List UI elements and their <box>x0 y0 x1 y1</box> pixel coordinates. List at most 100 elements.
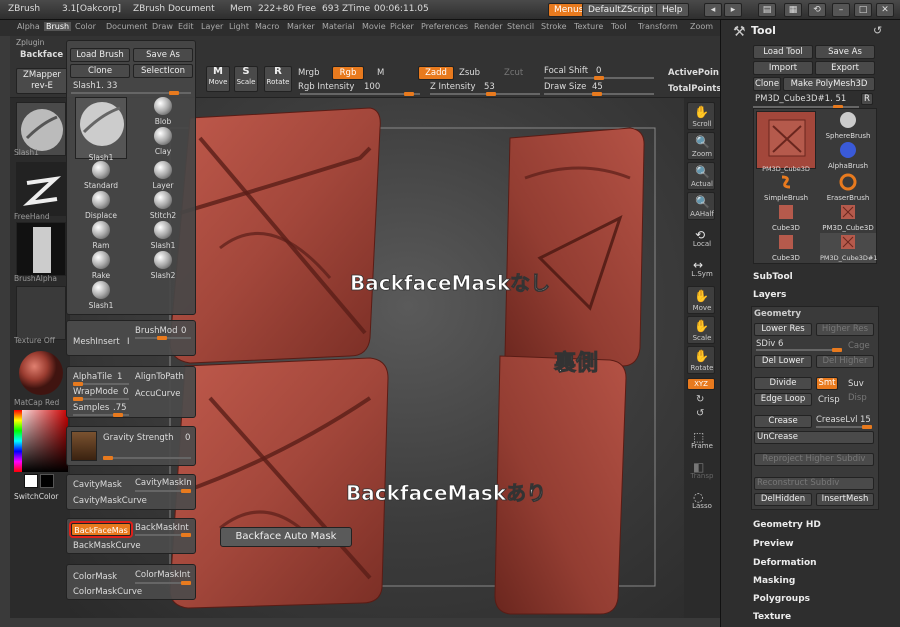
default-zscript-button[interactable]: DefaultZScript <box>582 3 660 17</box>
rgb-intensity-slider[interactable] <box>300 92 420 96</box>
menu-item-macro[interactable]: Macro <box>255 22 279 31</box>
polygroups-section[interactable]: Polygroups <box>753 594 810 604</box>
lower-res-button[interactable]: Lower Res <box>754 323 812 336</box>
brushmod-slider[interactable] <box>135 336 191 340</box>
color-mask-int-slider[interactable] <box>135 581 191 585</box>
menu-item-alpha[interactable]: Alpha <box>17 22 40 31</box>
menu-item-marker[interactable]: Marker <box>287 22 315 31</box>
tool-thumb[interactable]: Cube3D <box>756 233 816 263</box>
color-mask-toggle[interactable]: ColorMask <box>73 572 117 582</box>
load-brush-button[interactable]: Load Brush <box>70 48 130 62</box>
palette-icon[interactable]: ▦ <box>784 3 802 17</box>
layout-icon[interactable]: ▤ <box>758 3 776 17</box>
draw-size-slider[interactable] <box>544 92 654 96</box>
tool-thumb[interactable]: SphereBrush <box>820 111 876 141</box>
menu-item-render[interactable]: Render <box>474 22 502 31</box>
zadd-toggle[interactable]: Zadd <box>418 66 454 80</box>
cavity-mask-int-slider[interactable] <box>135 489 191 493</box>
next-icon[interactable]: ▸ <box>724 3 742 17</box>
mrgb-toggle[interactable]: Mrgb <box>298 68 319 78</box>
z-intensity-slider[interactable] <box>430 92 540 96</box>
make-polymesh-button[interactable]: Make PolyMesh3D <box>783 77 875 91</box>
menu-item-edit[interactable]: Edit <box>178 22 194 31</box>
m-toggle[interactable]: M <box>377 68 384 78</box>
geometry-section[interactable]: Geometry <box>754 309 801 319</box>
higher-res-button[interactable]: Higher Res <box>816 323 874 336</box>
brush-item-selected[interactable]: Slash1 <box>75 97 127 162</box>
save-as-button[interactable]: Save As <box>133 48 193 62</box>
brush-item[interactable]: Blob <box>143 97 183 126</box>
tool-r-button[interactable]: R <box>861 93 873 105</box>
tool-thumb[interactable]: PM3D_Cube3D <box>820 203 876 233</box>
rgb-toggle[interactable]: Rgb <box>332 66 364 80</box>
geometry-hd-section[interactable]: Geometry HD <box>753 520 821 530</box>
brush-item[interactable]: Slash1 <box>143 221 183 250</box>
xyz-toggle[interactable]: XYZ <box>687 378 715 390</box>
sdiv-slider[interactable] <box>756 348 842 352</box>
brush-item[interactable]: Stitch2 <box>143 191 183 220</box>
gravity-strength-slider[interactable] <box>103 456 191 460</box>
cavity-mask-toggle[interactable]: CavityMask <box>73 480 122 490</box>
alpha-thumbnail[interactable] <box>16 222 66 276</box>
menu-item-color[interactable]: Color <box>75 22 96 31</box>
tool-thumb-selected[interactable]: PM3D_Cube3D <box>756 111 816 173</box>
import-button[interactable]: Import <box>753 61 813 75</box>
brush-item[interactable]: Slash1 <box>81 281 121 310</box>
color-mask-curve-label[interactable]: ColorMaskCurve <box>73 587 142 597</box>
texture-thumbnail[interactable] <box>16 286 66 340</box>
insertmesh-button[interactable]: InsertMesh <box>816 493 874 506</box>
alphatile-slider[interactable] <box>73 382 129 386</box>
hue-strip[interactable] <box>14 410 22 472</box>
brush-item[interactable]: Standard <box>81 161 121 190</box>
delhidden-button[interactable]: DelHidden <box>754 493 812 506</box>
brush-item[interactable]: Slash2 <box>143 251 183 280</box>
material-thumbnail[interactable] <box>16 346 66 400</box>
menu-item-zoom[interactable]: Zoom <box>690 22 713 31</box>
cage-toggle[interactable]: Cage <box>848 341 870 351</box>
tool-panel-refresh-icon[interactable]: ↺ <box>873 24 882 37</box>
tool-thumb[interactable]: PM3D_Cube3D#1 <box>820 233 877 263</box>
tool-thumb[interactable]: SimpleBrush <box>756 173 816 203</box>
clone-tool-button[interactable]: Clone <box>753 77 781 91</box>
del-lower-button[interactable]: Del Lower <box>754 355 812 368</box>
backface-mask-toggle[interactable]: BackFaceMas <box>71 523 131 536</box>
switch-color-button[interactable]: SwitchColor <box>14 492 58 501</box>
clone-brush-button[interactable]: Clone <box>70 64 130 78</box>
menu-item-preferences[interactable]: Preferences <box>421 22 468 31</box>
menu-item-stroke[interactable]: Stroke <box>541 22 567 31</box>
load-tool-button[interactable]: Load Tool <box>753 45 813 59</box>
menu-item-movie[interactable]: Movie <box>362 22 386 31</box>
restore-icon[interactable]: ⟲ <box>808 3 826 17</box>
masking-section[interactable]: Masking <box>753 576 795 586</box>
align-to-path-toggle[interactable]: AlignToPath <box>135 372 184 382</box>
primary-color-swatch[interactable] <box>24 474 38 488</box>
brush-item[interactable]: Ram <box>81 221 121 250</box>
crease-button[interactable]: Crease <box>754 415 812 428</box>
accucurve-toggle[interactable]: AccuCurve <box>135 389 180 399</box>
tool-thumb[interactable]: Cube3D <box>756 203 816 233</box>
back-mask-curve-label[interactable]: BackMaskCurve <box>73 541 141 551</box>
deformation-section[interactable]: Deformation <box>753 558 817 568</box>
menu-item-brush[interactable]: Brush <box>44 22 72 31</box>
menu-item-document[interactable]: Document <box>106 22 147 31</box>
color-picker[interactable] <box>14 410 68 472</box>
brush-item[interactable]: Rake <box>81 251 121 280</box>
menu-item-light[interactable]: Light <box>229 22 249 31</box>
tool-thumb[interactable]: EraserBrush <box>820 173 876 203</box>
rotate-mode-button[interactable]: R Rotate <box>264 66 292 92</box>
scale-mode-button[interactable]: S Scale <box>234 66 258 92</box>
tool-thumb[interactable]: AlphaBrush <box>820 141 876 171</box>
samples-slider[interactable] <box>73 413 129 417</box>
rotate-z-icon[interactable]: ↺ <box>696 408 704 419</box>
menu-item-picker[interactable]: Picker <box>390 22 414 31</box>
uncrease-button[interactable]: UnCrease <box>754 431 874 444</box>
menu-item-stencil[interactable]: Stencil <box>507 22 534 31</box>
export-button[interactable]: Export <box>815 61 875 75</box>
back-mask-int-slider[interactable] <box>135 533 191 537</box>
menu-item-material[interactable]: Material <box>322 22 355 31</box>
minimize-icon[interactable]: – <box>832 3 850 17</box>
brush-slider[interactable] <box>71 91 191 95</box>
subtool-section[interactable]: SubTool <box>753 272 793 282</box>
creaselvl-slider[interactable] <box>816 425 872 429</box>
rotate-y-icon[interactable]: ↻ <box>696 394 704 405</box>
